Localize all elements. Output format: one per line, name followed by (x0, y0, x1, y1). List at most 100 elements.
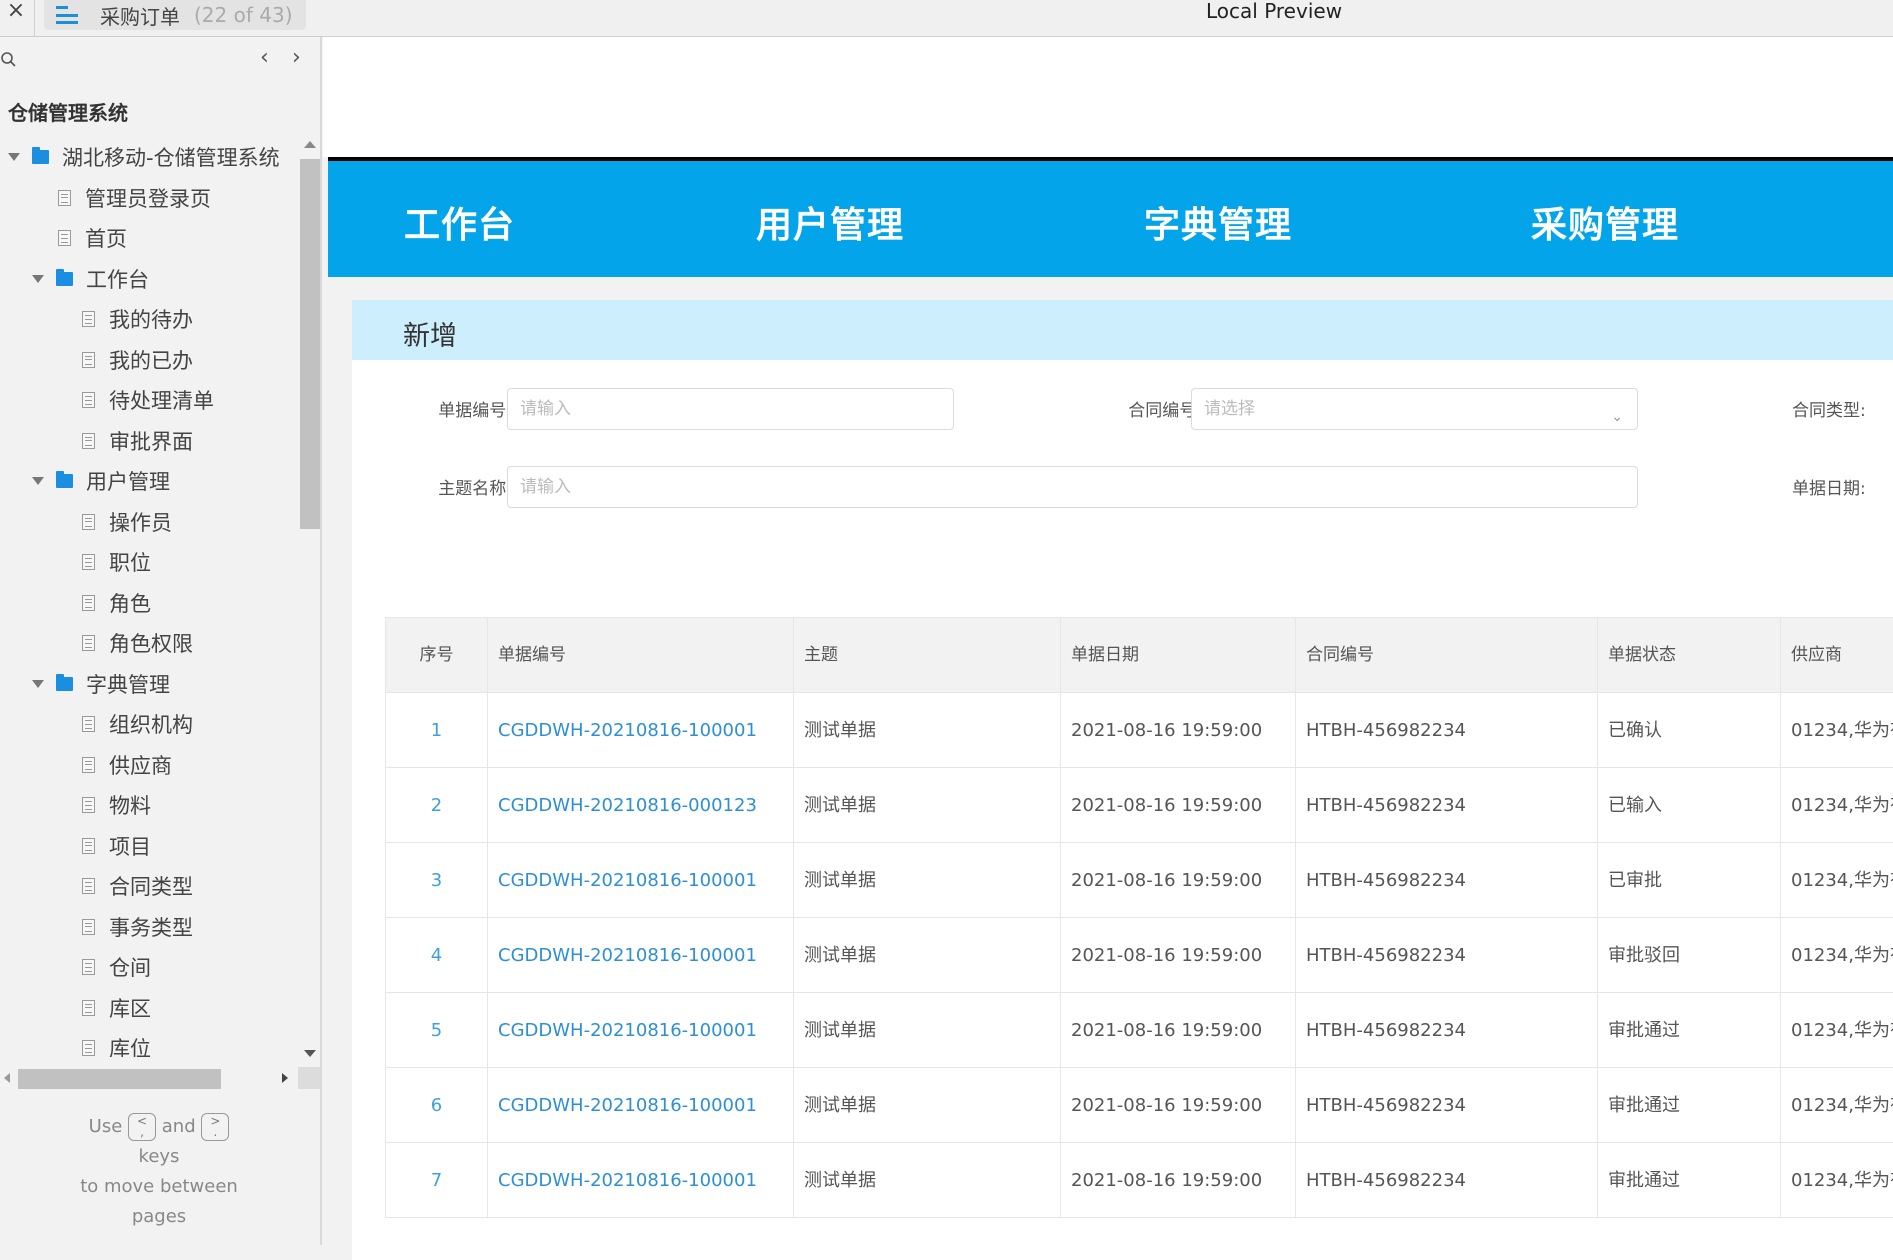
table-row[interactable]: 4 CGDDWH-20210816-100001 测试单据 2021-08-16 19… (386, 918, 1893, 993)
tree-page[interactable]: 组织机构 (82, 704, 193, 744)
cell-status: 已审批 (1598, 843, 1781, 918)
next-page-icon[interactable]: › (292, 47, 301, 69)
cell-status: 已输入 (1598, 768, 1781, 843)
close-button[interactable]: × (4, 0, 28, 30)
tree-page[interactable]: 管理员登录页 (58, 178, 211, 218)
tree-page[interactable]: 物料 (82, 785, 151, 825)
tree-page[interactable]: 职位 (82, 542, 151, 582)
header-supplier[interactable]: 供应商 (1781, 618, 1893, 693)
table-row[interactable]: 6 CGDDWH-20210816-100001 测试单据 2021-08-16 19… (386, 1068, 1893, 1143)
tree-page[interactable]: 我的待办 (82, 299, 193, 339)
cell-doc-no[interactable]: CGDDWH-20210816-100001 (488, 693, 794, 768)
caret-down-icon[interactable] (32, 274, 44, 283)
table-row[interactable]: 2 CGDDWH-20210816-000123 测试单据 2021-08-16 19… (386, 768, 1893, 843)
scroll-right-icon[interactable] (282, 1073, 288, 1083)
cell-status: 审批通过 (1598, 1143, 1781, 1218)
cell-contract-no: HTBH-456982234 (1296, 768, 1598, 843)
tree-item-label: 工作台 (86, 267, 149, 292)
tree-horizontal-scrollbar[interactable] (0, 1067, 320, 1089)
page-tab[interactable]: 采购订单 (22 of 43) (44, 0, 306, 30)
cell-index: 7 (386, 1143, 488, 1218)
cell-doc-date: 2021-08-16 19:59:00 (1061, 1068, 1296, 1143)
search-icon[interactable] (0, 51, 20, 71)
cell-doc-no[interactable]: CGDDWH-20210816-100001 (488, 1068, 794, 1143)
cell-doc-no[interactable]: CGDDWH-20210816-100001 (488, 1143, 794, 1218)
page-icon (82, 756, 95, 773)
scrollbar-thumb[interactable] (300, 159, 320, 529)
scrollbar-thumb[interactable] (18, 1069, 221, 1089)
tree-folder[interactable]: 工作台 (32, 259, 149, 299)
cell-status: 审批通过 (1598, 993, 1781, 1068)
table-row[interactable]: 3 CGDDWH-20210816-100001 测试单据 2021-08-16 19… (386, 843, 1893, 918)
scrollbar-corner (298, 1067, 320, 1089)
page-icon (82, 716, 95, 732)
nav-dictionary-management[interactable]: 字典管理 (1144, 196, 1292, 248)
caret-down-icon[interactable] (32, 477, 44, 485)
tree-page[interactable]: 供应商 (82, 745, 172, 785)
table-row[interactable]: 7 CGDDWH-20210816-100001 测试单据 2021-08-16 19… (386, 1143, 1893, 1218)
nav-purchase-management[interactable]: 采购管理 (1531, 196, 1679, 248)
tree-page[interactable]: 库区 (82, 988, 151, 1028)
nav-user-management[interactable]: 用户管理 (756, 196, 904, 248)
cell-doc-no[interactable]: CGDDWH-20210816-100001 (488, 993, 794, 1068)
page-icon (82, 554, 95, 570)
divider (34, 0, 35, 36)
tree-folder[interactable]: 用户管理 (32, 461, 170, 501)
header-contract-no[interactable]: 合同编号 (1296, 618, 1598, 693)
tree-folder[interactable]: 湖北移动-仓储管理系统 (8, 137, 280, 177)
table-row[interactable]: 1 CGDDWH-20210816-100001 测试单据 2021-08-16 19… (386, 693, 1893, 768)
nav-workbench[interactable]: 工作台 (404, 196, 515, 248)
cell-supplier: 01234,华为有 (1791, 1170, 1893, 1191)
tree-item-label: 角色权限 (109, 632, 193, 656)
page-icon (82, 959, 95, 975)
scroll-up-icon[interactable] (304, 141, 316, 148)
preview-canvas: 工作台 用户管理 字典管理 采购管理 新增 单据编号: 请输入 合同编号: 请选… (323, 37, 1893, 1260)
caret-down-icon[interactable] (8, 153, 20, 161)
scroll-down-icon[interactable] (304, 1050, 316, 1057)
tree-item-label: 字典管理 (86, 672, 170, 697)
tree-page[interactable]: 库位 (82, 1028, 151, 1057)
hint-text: pages (131, 1206, 187, 1227)
tree-item-label: 管理员登录页 (85, 186, 211, 211)
tree-page[interactable]: 待处理清单 (82, 380, 214, 420)
doc-no-label: 单据编号: (438, 401, 512, 421)
scroll-left-icon[interactable] (4, 1073, 10, 1083)
page-tab-title: 采购订单 (100, 4, 180, 29)
tree-page[interactable]: 角色 (82, 583, 151, 623)
chevron-down-icon: ⌄ (1611, 409, 1623, 425)
header-subject[interactable]: 主题 (794, 618, 1061, 693)
tree-page[interactable]: 角色权限 (82, 623, 193, 663)
menu-icon[interactable] (56, 6, 78, 24)
tree-page[interactable]: 审批界面 (82, 421, 193, 461)
tree-page[interactable]: 首页 (58, 218, 127, 258)
cell-index: 1 (386, 693, 488, 768)
page-icon (82, 999, 95, 1016)
header-index[interactable]: 序号 (386, 618, 488, 693)
tree-page[interactable]: 事务类型 (82, 907, 193, 947)
keyboard-hint: Use <, and >. keys to move between pages (0, 1112, 318, 1232)
tree-page[interactable]: 我的已办 (82, 340, 193, 380)
contract-no-select[interactable]: 请选择 ⌄ (1191, 388, 1638, 430)
doc-no-input[interactable]: 请输入 (507, 388, 954, 430)
tree-page[interactable]: 合同类型 (82, 866, 193, 906)
header-status[interactable]: 单据状态 (1598, 618, 1781, 693)
cell-doc-no[interactable]: CGDDWH-20210816-100001 (488, 918, 794, 993)
tree-page[interactable]: 操作员 (82, 502, 172, 542)
header-doc-no[interactable]: 单据编号 (488, 618, 794, 693)
page-tree: 湖北移动-仓储管理系统管理员登录页首页工作台我的待办 我的已办 待处理清单 审批界面用… (0, 137, 300, 1057)
subject-input[interactable]: 请输入 (507, 466, 1638, 508)
tree-folder[interactable]: 字典管理 (32, 664, 170, 704)
cell-doc-no[interactable]: CGDDWH-20210816-000123 (488, 768, 794, 843)
tree-item-label: 库区 (109, 996, 151, 1021)
header-doc-date[interactable]: 单据日期 (1061, 618, 1296, 693)
tree-page[interactable]: 仓间 (82, 947, 151, 987)
prev-page-icon[interactable]: ‹ (260, 47, 269, 69)
caret-down-icon[interactable] (32, 679, 44, 688)
tree-page[interactable]: 项目 (82, 826, 151, 866)
purchase-order-card: 新增 单据编号: 请输入 合同编号: 请选择 ⌄ 合同类型: 主题名称: 请输入… (352, 300, 1893, 1260)
tree-vertical-scrollbar[interactable] (300, 137, 320, 1057)
folder-icon (56, 268, 73, 286)
table-row[interactable]: 5 CGDDWH-20210816-100001 测试单据 2021-08-16 19… (386, 993, 1893, 1068)
cell-doc-no[interactable]: CGDDWH-20210816-100001 (488, 843, 794, 918)
page-icon (82, 351, 95, 368)
